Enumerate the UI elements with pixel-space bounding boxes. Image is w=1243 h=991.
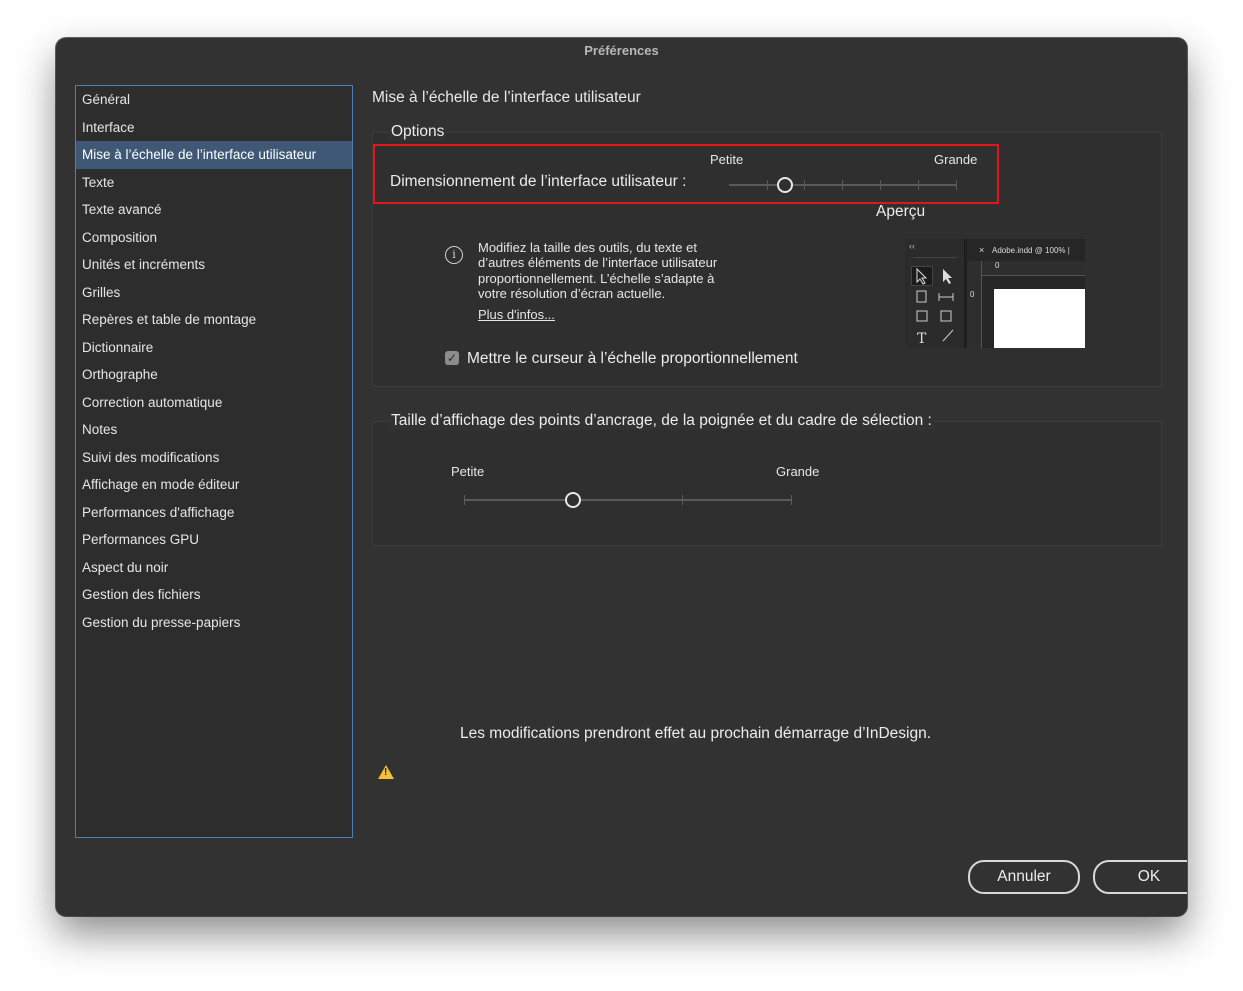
ui-scale-label: Dimensionnement de l’interface utilisate… [390,173,687,190]
ui-scale-preview: ‹‹ T × Adobe.indd @ 100% | 0 0 [905,239,1085,348]
ui-scale-slider-knob[interactable] [777,177,793,193]
more-info-link[interactable]: Plus d'infos... [478,307,555,322]
ui-scale-min-label: Petite [710,152,744,167]
anchor-size-max-label: Grande [776,464,820,479]
info-icon: i [445,246,463,264]
sidebar-item-grids[interactable]: Grilles [76,279,352,307]
sidebar-item-display-performance[interactable]: Performances d'affichage [76,499,352,527]
sidebar-item-spelling[interactable]: Orthographe [76,361,352,389]
sidebar-item-text[interactable]: Texte [76,169,352,197]
preview-close-icon: × [979,245,985,255]
section-title: Mise à l’échelle de l’interface utilisat… [372,89,641,106]
preferences-dialog: Préférences Général Interface Mise à l’é… [56,38,1187,916]
scale-cursor-checkbox[interactable]: ✓ [445,351,459,365]
preview-page [994,289,1085,348]
sidebar-item-file-handling[interactable]: Gestion des fichiers [76,581,352,609]
preview-ruler-zero-left: 0 [970,290,975,299]
options-label: Options [389,123,447,141]
sidebar-item-advanced-text[interactable]: Texte avancé [76,196,352,224]
preview-document: × Adobe.indd @ 100% | 0 0 [967,239,1085,348]
sidebar-item-ui-scaling[interactable]: Mise à l’échelle de l’interface utilisat… [76,141,352,169]
scale-cursor-label: Mettre le curseur à l’échelle proportion… [467,350,798,367]
preview-tool-icons: T [916,267,954,347]
sidebar-item-interface[interactable]: Interface [76,114,352,142]
preview-tab: Adobe.indd @ 100% | [992,246,1070,255]
sidebar-item-black-appearance[interactable]: Aspect du noir [76,554,352,582]
anchor-size-min-label: Petite [451,464,485,479]
cancel-button[interactable]: Annuler [968,860,1080,894]
main-panel: Mise à l’échelle de l’interface utilisat… [372,38,1187,916]
sidebar-item-units[interactable]: Unités et incréments [76,251,352,279]
ok-button[interactable]: OK [1093,860,1187,894]
anchor-size-group [372,421,1162,546]
sidebar-item-gpu-performance[interactable]: Performances GPU [76,526,352,554]
sidebar-item-track-changes[interactable]: Suivi des modifications [76,444,352,472]
sidebar-item-story-editor[interactable]: Affichage en mode éditeur [76,471,352,499]
sidebar-item-autocorrect[interactable]: Correction automatique [76,389,352,417]
sidebar-item-notes[interactable]: Notes [76,416,352,444]
preferences-sidebar[interactable]: Général Interface Mise à l’échelle de l’… [75,85,353,838]
anchor-size-label: Taille d’affichage des points d’ancrage,… [389,412,934,430]
info-text: Modifiez la taille des outils, du texte … [478,240,718,301]
restart-warning: Les modifications prendront effet au pro… [460,725,932,742]
preview-tools-panel: ‹‹ T [905,239,964,348]
sidebar-item-clipboard[interactable]: Gestion du presse-papiers [76,609,352,637]
preview-ruler-zero-top: 0 [995,261,1000,270]
sidebar-item-general[interactable]: Général [76,86,352,114]
collapse-icon: ‹‹ [909,241,915,251]
sidebar-item-dictionary[interactable]: Dictionnaire [76,334,352,362]
sidebar-item-guides[interactable]: Repères et table de montage [76,306,352,334]
preview-label: Aperçu [876,203,926,220]
svg-text:T: T [917,331,927,347]
warning-icon-mark: ! [384,767,388,778]
anchor-size-slider-knob[interactable] [565,492,581,508]
sidebar-item-composition[interactable]: Composition [76,224,352,252]
ui-scale-max-label: Grande [934,152,978,167]
